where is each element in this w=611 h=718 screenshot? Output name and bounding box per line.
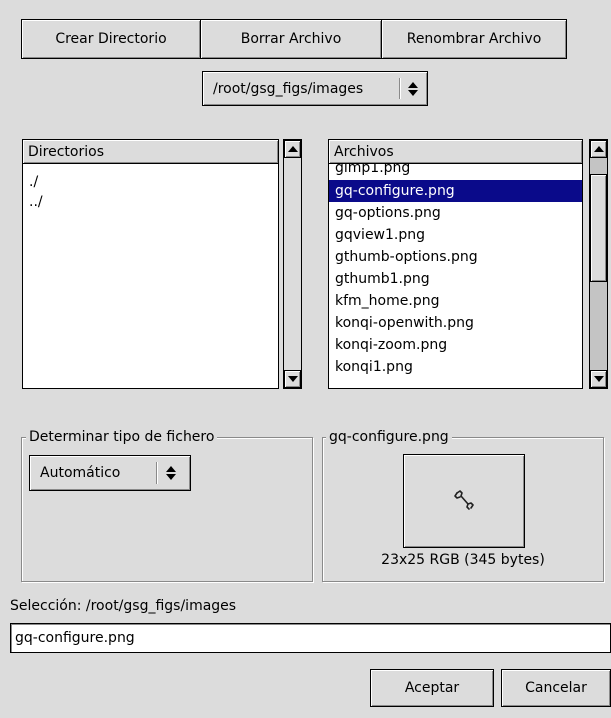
list-item[interactable]: gqview1.png bbox=[329, 224, 582, 246]
files-list[interactable]: gimp1.png gq-configure.png gq-options.pn… bbox=[328, 139, 583, 389]
preview-info: 23x25 RGB (345 bytes) bbox=[381, 552, 545, 568]
directories-list[interactable]: Directorios ./ ../ bbox=[22, 139, 279, 389]
combo-separator bbox=[156, 462, 157, 484]
rename-file-label: Renombrar Archivo bbox=[406, 31, 542, 47]
list-item[interactable]: konqi-openwith.png bbox=[329, 312, 582, 334]
up-down-arrows-icon bbox=[164, 462, 178, 484]
scroll-thumb[interactable] bbox=[590, 174, 607, 282]
selection-input-value: gq-configure.png bbox=[15, 630, 135, 646]
accept-label: Aceptar bbox=[404, 680, 460, 696]
files-scrollbar[interactable] bbox=[589, 139, 608, 389]
scroll-up-icon[interactable] bbox=[284, 140, 301, 158]
filetype-legend: Determinar tipo de fichero bbox=[26, 429, 218, 445]
create-directory-button[interactable]: Crear Directorio bbox=[21, 19, 201, 59]
up-down-arrows-icon bbox=[406, 78, 420, 100]
combo-separator bbox=[399, 78, 400, 99]
list-item-selected[interactable]: gq-configure.png bbox=[329, 180, 582, 202]
list-item[interactable]: gthumb1.png bbox=[329, 268, 582, 290]
preview-thumbnail[interactable] bbox=[403, 454, 525, 548]
filetype-combo[interactable]: Automático bbox=[29, 455, 191, 491]
list-item[interactable]: konqi-zoom.png bbox=[329, 334, 582, 356]
cancel-button[interactable]: Cancelar bbox=[501, 669, 611, 707]
scroll-up-icon[interactable] bbox=[590, 140, 607, 158]
directories-rows: ./ ../ bbox=[23, 172, 278, 212]
delete-file-button[interactable]: Borrar Archivo bbox=[200, 19, 382, 59]
list-item[interactable]: konqi1.png bbox=[329, 356, 582, 378]
accept-button[interactable]: Aceptar bbox=[370, 669, 494, 707]
list-item[interactable]: ./ bbox=[23, 172, 278, 192]
list-item[interactable]: kfm_home.png bbox=[329, 290, 582, 312]
path-combo[interactable]: /root/gsg_figs/images bbox=[202, 71, 428, 106]
selection-label: Selección: /root/gsg_figs/images bbox=[10, 598, 237, 614]
cancel-label: Cancelar bbox=[525, 680, 587, 696]
list-item[interactable]: ../ bbox=[23, 192, 278, 212]
list-item[interactable]: gthumb-options.png bbox=[329, 246, 582, 268]
scroll-down-icon[interactable] bbox=[590, 370, 607, 388]
directories-header-label: Directorios bbox=[28, 143, 104, 160]
rename-file-button[interactable]: Renombrar Archivo bbox=[381, 19, 567, 59]
files-header[interactable]: Archivos bbox=[329, 140, 582, 164]
selection-input[interactable]: gq-configure.png bbox=[10, 623, 611, 653]
filetype-combo-value: Automático bbox=[40, 465, 121, 481]
file-chooser-dialog: Crear Directorio Borrar Archivo Renombra… bbox=[0, 0, 611, 718]
preview-legend: gq-configure.png bbox=[326, 429, 452, 445]
create-directory-label: Crear Directorio bbox=[55, 31, 167, 47]
wrench-icon bbox=[454, 490, 474, 510]
files-rows: gimp1.png gq-configure.png gq-options.pn… bbox=[329, 156, 582, 378]
directories-header[interactable]: Directorios bbox=[23, 140, 278, 164]
directories-scrollbar[interactable] bbox=[283, 139, 302, 389]
path-combo-value: /root/gsg_figs/images bbox=[213, 80, 364, 97]
files-header-label: Archivos bbox=[334, 143, 394, 160]
list-item[interactable]: gq-options.png bbox=[329, 202, 582, 224]
delete-file-label: Borrar Archivo bbox=[240, 31, 342, 47]
scroll-down-icon[interactable] bbox=[284, 370, 301, 388]
